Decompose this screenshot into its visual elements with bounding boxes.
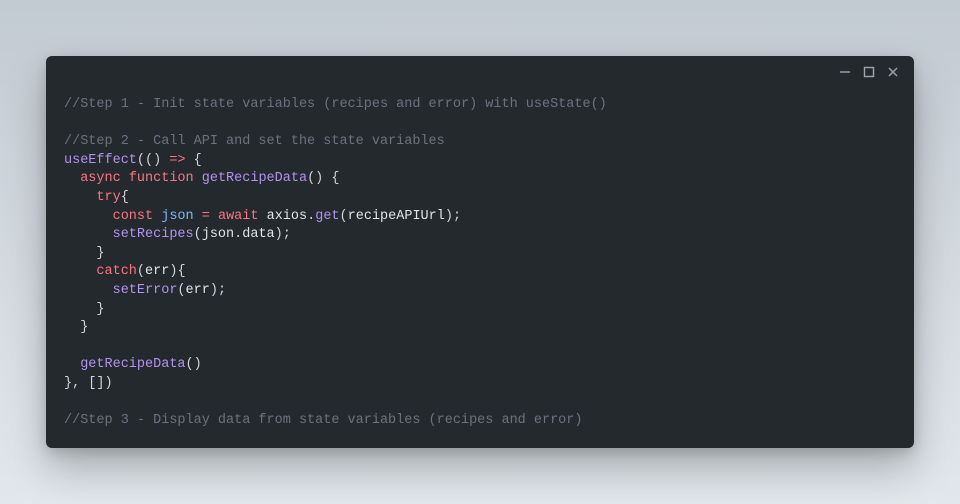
code-line: }: [64, 245, 896, 264]
code-line: }, []): [64, 375, 896, 394]
comment-text: //Step 3 - Display data from state varia…: [64, 413, 582, 428]
code-line: setError(err);: [64, 282, 896, 301]
token: [258, 209, 266, 224]
code-editor[interactable]: //Step 1 - Init state variables (recipes…: [46, 88, 914, 449]
token: =: [202, 209, 210, 224]
token: }, []): [64, 376, 113, 391]
token: recipeAPIUrl: [348, 209, 445, 224]
token: [194, 171, 202, 186]
token: data: [242, 227, 274, 242]
token: async: [80, 171, 121, 186]
token: await: [218, 209, 259, 224]
token: const: [113, 209, 154, 224]
token: );: [445, 209, 461, 224]
code-line: getRecipeData(): [64, 356, 896, 375]
code-line: //Step 2 - Call API and set the state va…: [64, 133, 896, 152]
close-icon[interactable]: [886, 65, 900, 79]
token: function: [129, 171, 194, 186]
code-line: [64, 338, 896, 357]
token: );: [275, 227, 291, 242]
token: }: [96, 302, 104, 317]
code-line: //Step 1 - Init state variables (recipes…: [64, 96, 896, 115]
token: {: [121, 190, 129, 205]
code-line: const json = await axios.get(recipeAPIUr…: [64, 208, 896, 227]
token: }: [96, 246, 104, 261]
token: (: [177, 283, 185, 298]
token: getRecipeData: [202, 171, 307, 186]
token: getRecipeData: [80, 357, 185, 372]
code-line: async function getRecipeData() {: [64, 170, 896, 189]
token: useEffect: [64, 153, 137, 168]
token: get: [315, 209, 339, 224]
titlebar: [46, 56, 914, 88]
code-line: //Step 3 - Display data from state varia…: [64, 412, 896, 431]
code-line: }: [64, 301, 896, 320]
code-line: useEffect(() => {: [64, 152, 896, 171]
token: }: [80, 320, 88, 335]
token: try: [96, 190, 120, 205]
token: );: [210, 283, 226, 298]
code-line: }: [64, 319, 896, 338]
token: ){: [169, 264, 185, 279]
token: [194, 209, 202, 224]
comment-text: //Step 2 - Call API and set the state va…: [64, 134, 445, 149]
token: axios: [267, 209, 308, 224]
code-line: [64, 115, 896, 134]
comment-text: //Step 1 - Init state variables (recipes…: [64, 97, 607, 112]
token: catch: [96, 264, 137, 279]
token: err: [145, 264, 169, 279]
token: [121, 171, 129, 186]
code-line: catch(err){: [64, 263, 896, 282]
token: =>: [169, 153, 185, 168]
token: () {: [307, 171, 339, 186]
token: json: [202, 227, 234, 242]
token: (): [186, 357, 202, 372]
code-window: //Step 1 - Init state variables (recipes…: [46, 56, 914, 448]
code-line: [64, 394, 896, 413]
maximize-icon[interactable]: [862, 65, 876, 79]
minimize-icon[interactable]: [838, 65, 852, 79]
token: (: [340, 209, 348, 224]
code-line: setRecipes(json.data);: [64, 226, 896, 245]
token: (: [137, 264, 145, 279]
token: err: [186, 283, 210, 298]
token: {: [186, 153, 202, 168]
token: [210, 209, 218, 224]
token: .: [307, 209, 315, 224]
token: ((): [137, 153, 169, 168]
token: setError: [113, 283, 178, 298]
code-line: try{: [64, 189, 896, 208]
token: (: [194, 227, 202, 242]
token: json: [161, 209, 193, 224]
token: setRecipes: [113, 227, 194, 242]
